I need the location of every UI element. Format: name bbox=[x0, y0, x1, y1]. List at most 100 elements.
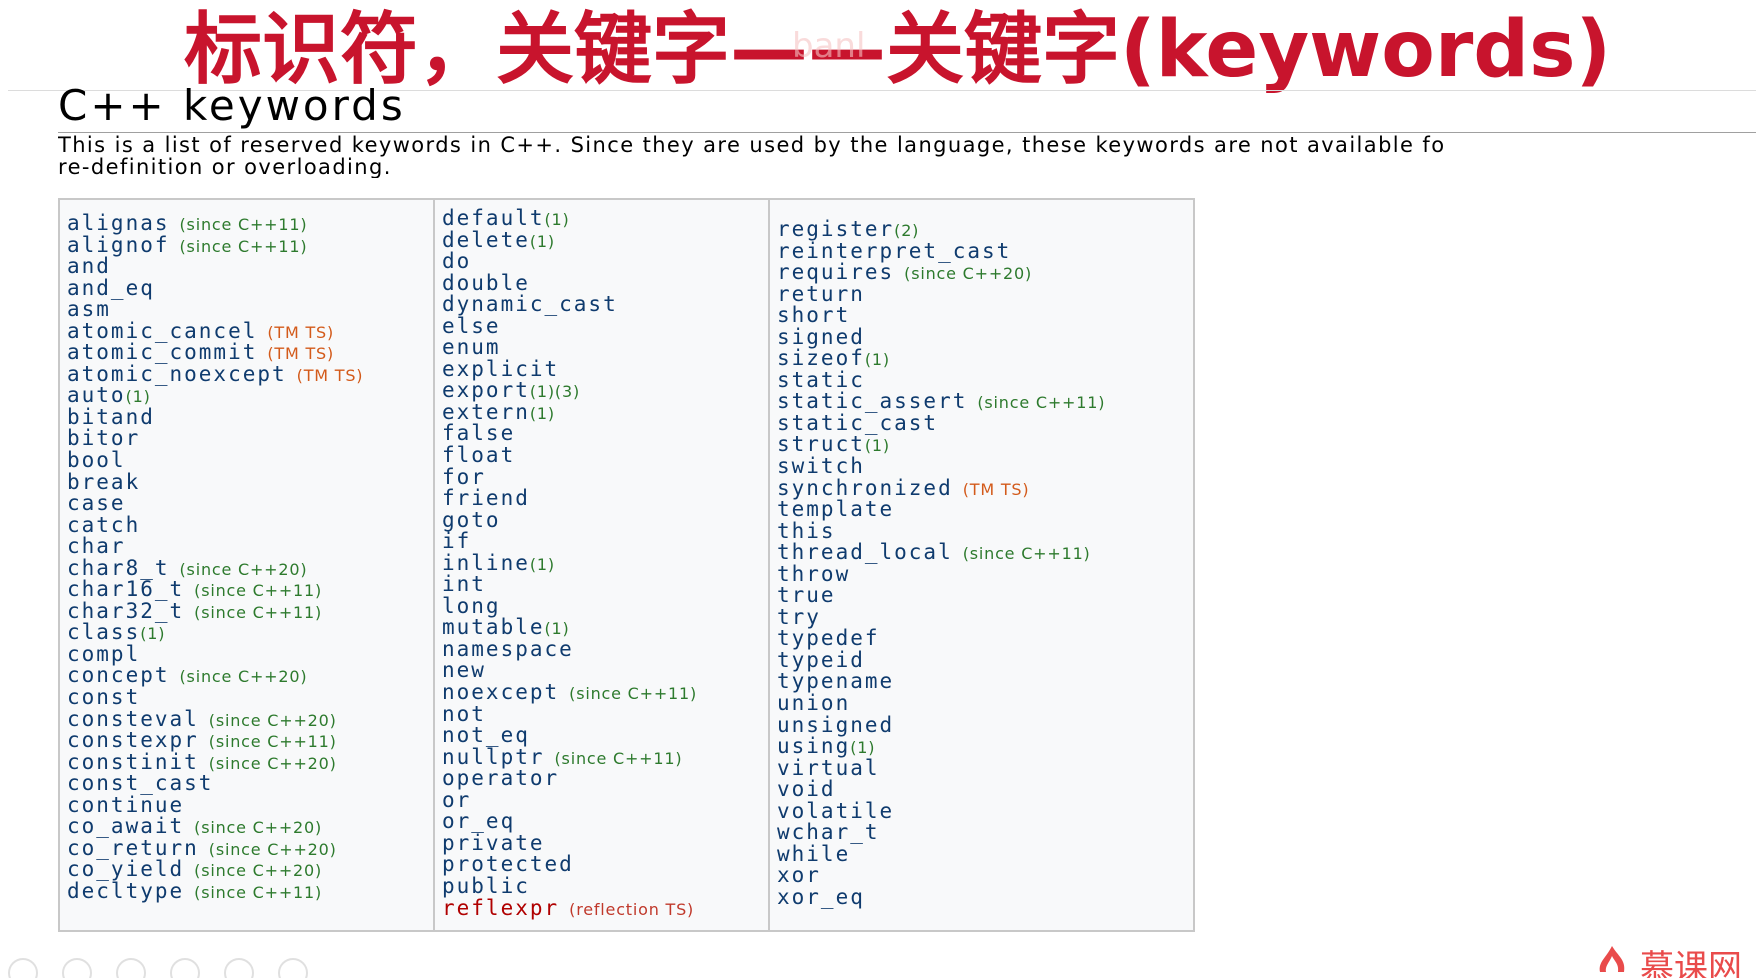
keyword-link[interactable]: const bbox=[67, 685, 140, 709]
keyword-link[interactable]: char8_t bbox=[67, 556, 170, 580]
keyword-footnote[interactable]: (1) bbox=[530, 404, 555, 423]
keyword-link[interactable]: decltype bbox=[67, 879, 184, 903]
keyword-link[interactable]: float bbox=[442, 443, 515, 467]
keyword-link[interactable]: enum bbox=[442, 335, 501, 359]
keyword-link[interactable]: new bbox=[442, 658, 486, 682]
keyword-link[interactable]: short bbox=[777, 303, 850, 327]
keyword-link[interactable]: long bbox=[442, 594, 501, 618]
keyword-link[interactable]: break bbox=[67, 470, 140, 494]
keyword-link[interactable]: co_await bbox=[67, 814, 184, 838]
keyword-link[interactable]: void bbox=[777, 777, 836, 801]
keyword-link[interactable]: catch bbox=[67, 513, 140, 537]
keyword-link[interactable]: class bbox=[67, 620, 140, 644]
keyword-link[interactable]: int bbox=[442, 572, 486, 596]
keyword-link[interactable]: union bbox=[777, 691, 850, 715]
keyword-link[interactable]: nullptr bbox=[442, 745, 545, 769]
keyword-link[interactable]: not_eq bbox=[442, 723, 530, 747]
keyword-link[interactable]: synchronized bbox=[777, 476, 953, 500]
keyword-link[interactable]: for bbox=[442, 465, 486, 489]
keyword-link[interactable]: co_yield bbox=[67, 857, 184, 881]
keyword-link[interactable]: default bbox=[442, 206, 545, 230]
keyword-footnote[interactable]: (1) bbox=[126, 387, 151, 406]
keyword-link[interactable]: delete bbox=[442, 228, 530, 252]
keyword-link[interactable]: char bbox=[67, 534, 126, 558]
keyword-link[interactable]: compl bbox=[67, 642, 140, 666]
keyword-link[interactable]: continue bbox=[67, 793, 184, 817]
keyword-footnote[interactable]: (1) bbox=[545, 619, 570, 638]
control-icon[interactable] bbox=[170, 958, 200, 978]
keyword-link[interactable]: const_cast bbox=[67, 771, 213, 795]
keyword-link[interactable]: alignas bbox=[67, 211, 170, 235]
keyword-link[interactable]: or bbox=[442, 788, 471, 812]
keyword-link[interactable]: atomic_noexcept bbox=[67, 362, 287, 386]
keyword-link[interactable]: explicit bbox=[442, 357, 559, 381]
keyword-link[interactable]: private bbox=[442, 831, 545, 855]
keyword-link[interactable]: else bbox=[442, 314, 501, 338]
keyword-link[interactable]: reflexpr bbox=[442, 896, 559, 920]
keyword-link[interactable]: template bbox=[777, 497, 894, 521]
keyword-link[interactable]: noexcept bbox=[442, 680, 559, 704]
keyword-link[interactable]: export bbox=[442, 378, 530, 402]
keyword-link[interactable]: mutable bbox=[442, 615, 545, 639]
keyword-link[interactable]: typedef bbox=[777, 626, 880, 650]
keyword-link[interactable]: char32_t bbox=[67, 599, 184, 623]
keyword-link[interactable]: alignof bbox=[67, 233, 170, 257]
control-icon[interactable] bbox=[116, 958, 146, 978]
keyword-footnote[interactable]: (2) bbox=[894, 221, 919, 240]
keyword-link[interactable]: register bbox=[777, 217, 894, 241]
keyword-link[interactable]: switch bbox=[777, 454, 865, 478]
keyword-link[interactable]: return bbox=[777, 282, 865, 306]
keyword-footnote[interactable]: (1) bbox=[865, 436, 890, 455]
keyword-link[interactable]: false bbox=[442, 421, 515, 445]
keyword-link[interactable]: constexpr bbox=[67, 728, 199, 752]
keyword-link[interactable]: or_eq bbox=[442, 809, 515, 833]
keyword-link[interactable]: bool bbox=[67, 448, 126, 472]
keyword-link[interactable]: double bbox=[442, 271, 530, 295]
keyword-link[interactable]: operator bbox=[442, 766, 559, 790]
keyword-link[interactable]: using bbox=[777, 734, 850, 758]
keyword-link[interactable]: unsigned bbox=[777, 713, 894, 737]
keyword-link[interactable]: atomic_commit bbox=[67, 340, 257, 364]
keyword-link[interactable]: and bbox=[67, 254, 111, 278]
keyword-link[interactable]: true bbox=[777, 583, 836, 607]
keyword-link[interactable]: char16_t bbox=[67, 577, 184, 601]
keyword-link[interactable]: xor_eq bbox=[777, 885, 865, 909]
keyword-link[interactable]: inline bbox=[442, 551, 530, 575]
keyword-link[interactable]: throw bbox=[777, 562, 850, 586]
keyword-link[interactable]: atomic_cancel bbox=[67, 319, 257, 343]
keyword-link[interactable]: reinterpret_cast bbox=[777, 239, 1011, 263]
control-icon[interactable] bbox=[8, 958, 38, 978]
keyword-link[interactable]: dynamic_cast bbox=[442, 292, 618, 316]
keyword-link[interactable]: bitor bbox=[67, 426, 140, 450]
keyword-link[interactable]: co_return bbox=[67, 836, 199, 860]
keyword-footnote[interactable]: (1) bbox=[530, 555, 555, 574]
keyword-link[interactable]: try bbox=[777, 605, 821, 629]
keyword-link[interactable]: bitand bbox=[67, 405, 155, 429]
keyword-footnote[interactable]: (1) bbox=[850, 738, 875, 757]
keyword-link[interactable]: do bbox=[442, 249, 471, 273]
keyword-link[interactable]: protected bbox=[442, 852, 574, 876]
keyword-link[interactable]: namespace bbox=[442, 637, 574, 661]
keyword-link[interactable]: concept bbox=[67, 663, 170, 687]
keyword-footnote[interactable]: (1) bbox=[530, 232, 555, 251]
keyword-link[interactable]: typename bbox=[777, 669, 894, 693]
keyword-link[interactable]: if bbox=[442, 529, 471, 553]
keyword-link[interactable]: volatile bbox=[777, 799, 894, 823]
keyword-footnote[interactable]: (1) bbox=[140, 624, 165, 643]
keyword-link[interactable]: typeid bbox=[777, 648, 865, 672]
keyword-link[interactable]: thread_local bbox=[777, 540, 953, 564]
keyword-link[interactable]: static_cast bbox=[777, 411, 938, 435]
keyword-link[interactable]: consteval bbox=[67, 707, 199, 731]
keyword-link[interactable]: xor bbox=[777, 863, 821, 887]
keyword-link[interactable]: struct bbox=[777, 432, 865, 456]
keyword-link[interactable]: sizeof bbox=[777, 346, 865, 370]
keyword-link[interactable]: not bbox=[442, 702, 486, 726]
keyword-link[interactable]: asm bbox=[67, 297, 111, 321]
keyword-link[interactable]: and_eq bbox=[67, 276, 155, 300]
keyword-link[interactable]: extern bbox=[442, 400, 530, 424]
keyword-link[interactable]: while bbox=[777, 842, 850, 866]
control-icon[interactable] bbox=[224, 958, 254, 978]
control-icon[interactable] bbox=[278, 958, 308, 978]
keyword-link[interactable]: static_assert bbox=[777, 389, 967, 413]
keyword-link[interactable]: static bbox=[777, 368, 865, 392]
